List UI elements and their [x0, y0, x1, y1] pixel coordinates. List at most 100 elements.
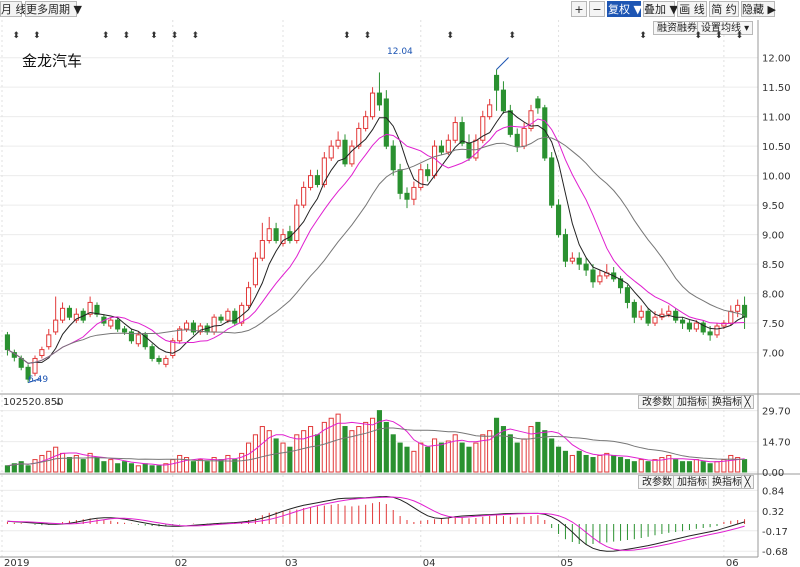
candle-body	[514, 133, 520, 147]
volume-bar	[128, 463, 135, 473]
volume-bar	[679, 461, 686, 473]
volume-bar	[445, 440, 451, 473]
high-pointer-line	[496, 57, 509, 70]
volume-bar	[741, 459, 748, 473]
candle-body	[245, 287, 252, 306]
volume-bar	[562, 450, 569, 473]
volume-bar	[666, 454, 672, 473]
volume-bar	[135, 465, 141, 473]
candle-body	[693, 322, 699, 330]
candle-body	[135, 334, 141, 345]
volume-bar	[390, 434, 396, 473]
candle-body	[108, 319, 114, 327]
candle-body	[53, 319, 59, 333]
volume-tick-label: 29.70	[762, 407, 791, 418]
candle-body	[714, 325, 720, 336]
close-macd-panel-icon[interactable]: ╳	[741, 475, 754, 489]
volume-bar	[693, 459, 699, 473]
change-params-button-volume[interactable]: 改参数	[638, 395, 676, 409]
volume-tick-label: 14.70	[762, 438, 791, 449]
candle-body	[369, 92, 376, 118]
volume-bar	[431, 438, 438, 473]
price-tick-label: 7.50	[762, 319, 784, 330]
volume-bar	[590, 457, 596, 473]
candle-body	[342, 139, 348, 165]
time-axis: 2019 02 03 04 05 06	[4, 558, 739, 567]
price-axis: 12.00 11.50 11.00 10.50 10.00 9.50 9.00 8.50 8.0…	[762, 54, 791, 360]
volume-ma20-line	[7, 427, 745, 467]
volume-bar	[473, 442, 479, 473]
candle-body	[46, 334, 52, 348]
volume-bar	[204, 461, 210, 473]
volume-bar	[197, 459, 203, 473]
volume-bar	[273, 438, 279, 473]
volume-bar	[645, 461, 651, 473]
candle-body	[679, 319, 686, 324]
volume-bar	[170, 459, 176, 473]
volume-bar	[404, 446, 410, 473]
volume-bar	[604, 452, 610, 473]
volume-bar	[376, 410, 383, 473]
candle-body	[576, 257, 582, 265]
volume-bar	[425, 446, 431, 473]
candle-body	[707, 331, 713, 336]
candle-body	[314, 175, 321, 185]
change-params-button-macd[interactable]: 改参数	[638, 475, 676, 489]
volume-bar	[363, 421, 369, 473]
volume-bar	[252, 434, 259, 473]
candle-body	[397, 169, 403, 194]
candle-body	[507, 110, 513, 135]
candle-body	[121, 328, 128, 333]
volume-bar	[500, 426, 507, 473]
volume-bar	[652, 459, 658, 473]
volume-bar	[673, 459, 679, 473]
volume-bar	[493, 417, 500, 473]
macd-axis: 0.84 0.32 -0.17 -0.68	[762, 486, 788, 558]
event-marker-icon: ⬍	[123, 31, 131, 41]
volume-bar	[555, 446, 562, 473]
price-tick-label: 10.50	[762, 142, 791, 153]
add-indicator-button-volume[interactable]: 加指标	[673, 395, 711, 409]
add-indicator-button-macd[interactable]: 加指标	[673, 475, 711, 489]
candle-body	[211, 316, 217, 333]
candle-body	[383, 98, 389, 147]
candle-body	[638, 310, 644, 318]
candle-body	[376, 92, 383, 106]
volume-bar	[259, 426, 265, 473]
candle-body	[673, 310, 679, 321]
candle-body	[487, 104, 493, 118]
candle-body	[294, 204, 300, 242]
candle-body	[631, 301, 637, 318]
volume-bar	[80, 459, 86, 473]
macd-tick-label: 0.32	[762, 507, 784, 518]
time-tick-label: 2019	[4, 558, 29, 567]
candle-body	[431, 145, 438, 177]
candle-body	[218, 316, 224, 321]
candle-body	[459, 122, 465, 144]
candle-body	[521, 127, 527, 147]
volume-bar	[245, 442, 252, 473]
event-marker-icon: ⬍	[150, 31, 158, 41]
candle-body	[225, 310, 231, 321]
event-marker-icon: ⬍	[191, 31, 199, 41]
volume-bar	[149, 465, 155, 473]
volume-bar	[294, 434, 300, 473]
event-marker-icon: ⬍	[102, 31, 110, 41]
candle-body	[259, 240, 265, 259]
volume-tick-label: 0.00	[762, 468, 784, 479]
volume-axis: 29.70 14.70 0.00	[762, 407, 791, 479]
volume-bar	[418, 442, 424, 473]
volume-bar	[218, 459, 224, 473]
candle-body	[652, 316, 658, 324]
price-tick-label: 9.00	[762, 231, 784, 242]
volume-bar	[583, 454, 589, 473]
close-volume-panel-icon[interactable]: ╳	[741, 395, 754, 409]
volume-bar	[535, 421, 541, 473]
volume-bar	[177, 454, 183, 473]
volume-bar	[611, 454, 617, 473]
candle-body	[686, 322, 693, 330]
candle-body	[728, 310, 734, 324]
price-tick-label: 11.00	[762, 113, 791, 124]
candle-body	[445, 139, 451, 153]
volume-bar	[25, 465, 31, 473]
